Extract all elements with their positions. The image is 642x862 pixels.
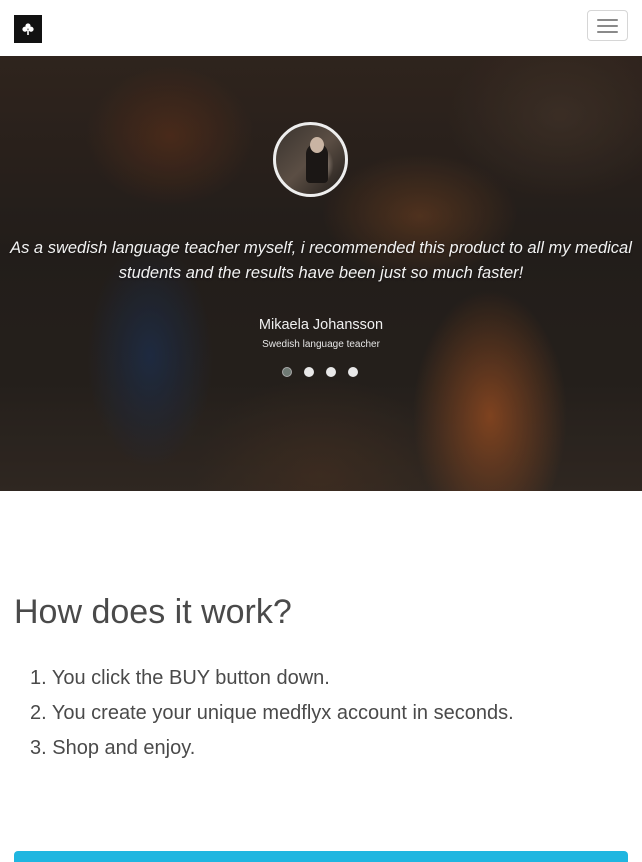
step-item: 2. You create your unique medflyx accoun… [30,702,514,724]
carousel-dot-3[interactable] [326,367,336,377]
testimonial-author: Mikaela Johansson [258,317,384,333]
menu-toggle-button[interactable] [587,10,628,41]
buy-button[interactable] [14,851,628,862]
hamburger-menu-icon [597,19,618,21]
avatar [273,122,348,197]
step-item: 3. Shop and enjoy. [30,737,196,759]
navbar [0,0,642,56]
steps-list: 1. You click the BUY button down. 2. You… [30,664,514,769]
clover-logo-icon [22,23,34,35]
testimonial-quote: As a swedish language teacher myself, i … [10,239,632,282]
carousel-dot-1[interactable] [282,367,292,377]
testimonial-hero: As a swedish language teacher myself, i … [0,56,642,491]
carousel-dot-4[interactable] [348,367,358,377]
testimonial-role: Swedish language teacher [262,339,380,350]
brand-logo[interactable] [14,15,42,43]
how-it-works-title: How does it work? [14,593,292,631]
carousel-indicators [282,367,358,377]
step-item: 1. You click the BUY button down. [30,667,330,689]
carousel-dot-2[interactable] [304,367,314,377]
